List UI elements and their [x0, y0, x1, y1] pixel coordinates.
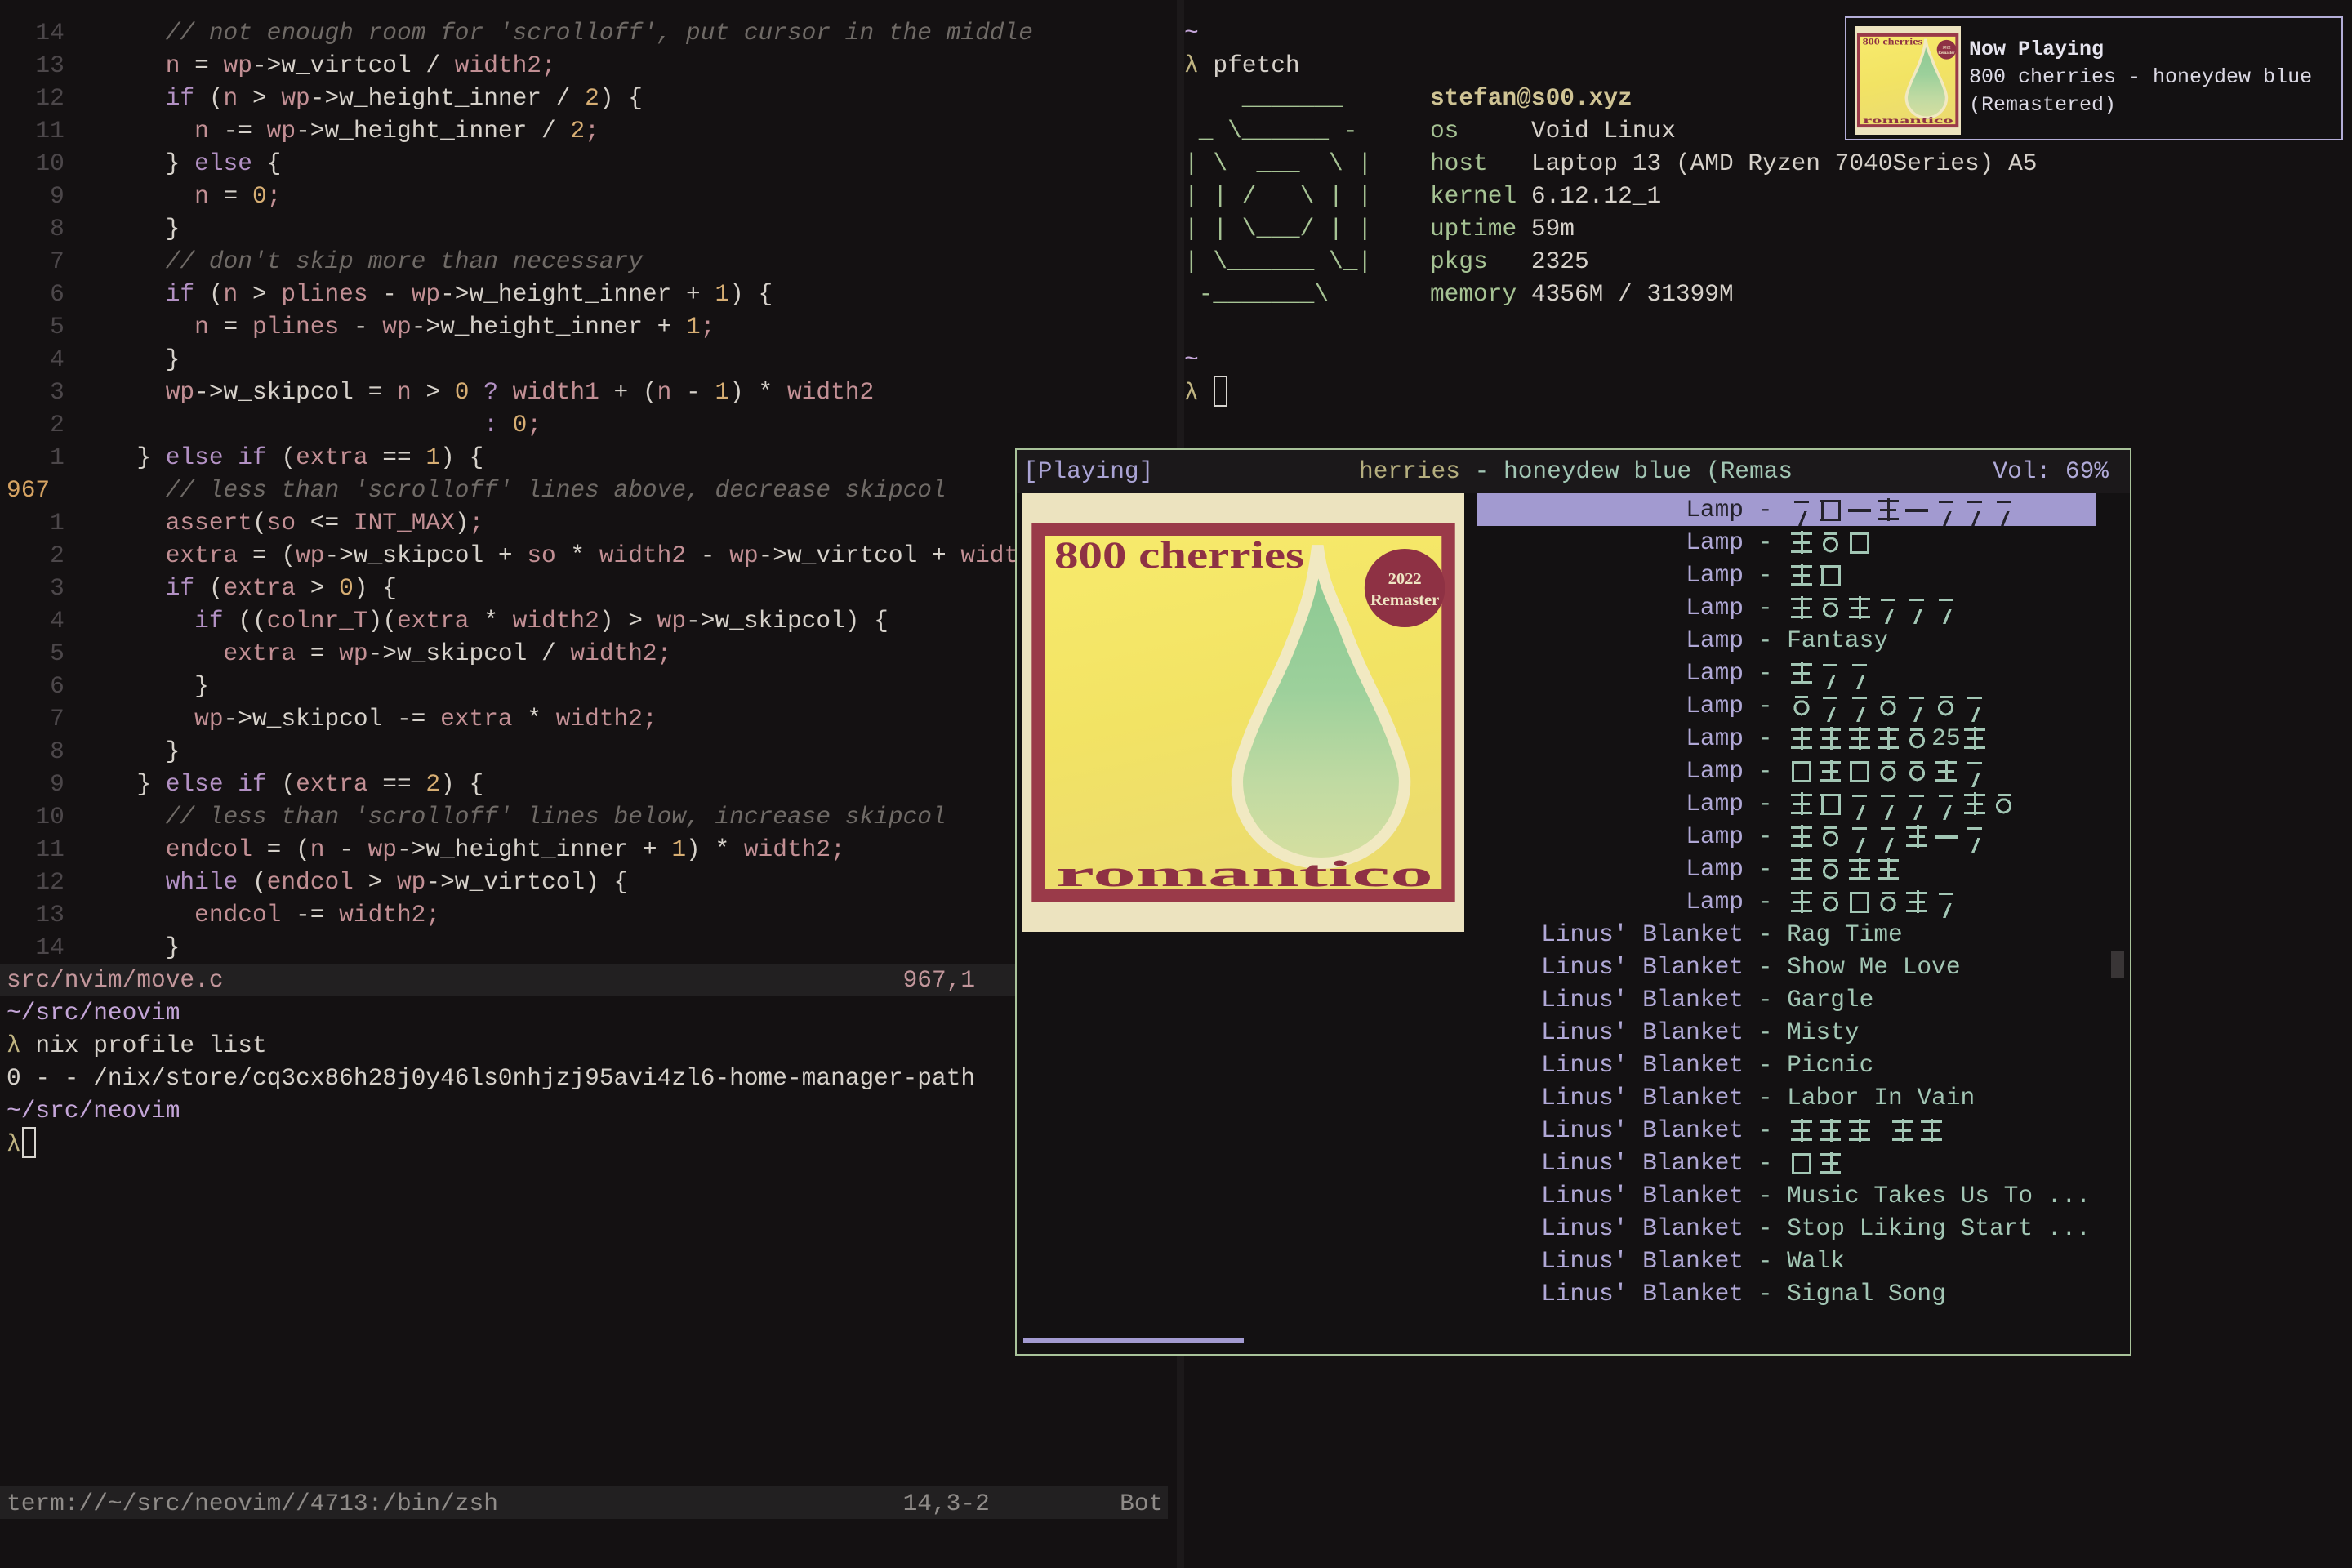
svg-text:Remaster: Remaster [1370, 591, 1439, 609]
svg-text:2022: 2022 [1943, 46, 1951, 50]
svg-text:800 cherries: 800 cherries [1863, 37, 1923, 47]
svg-text:romantico: romantico [1056, 853, 1433, 895]
svg-text:2022: 2022 [1388, 570, 1422, 588]
svg-text:800 cherries: 800 cherries [1054, 535, 1304, 577]
svg-text:Remaster: Remaster [1938, 51, 1955, 56]
svg-text:romantico: romantico [1863, 116, 1954, 126]
